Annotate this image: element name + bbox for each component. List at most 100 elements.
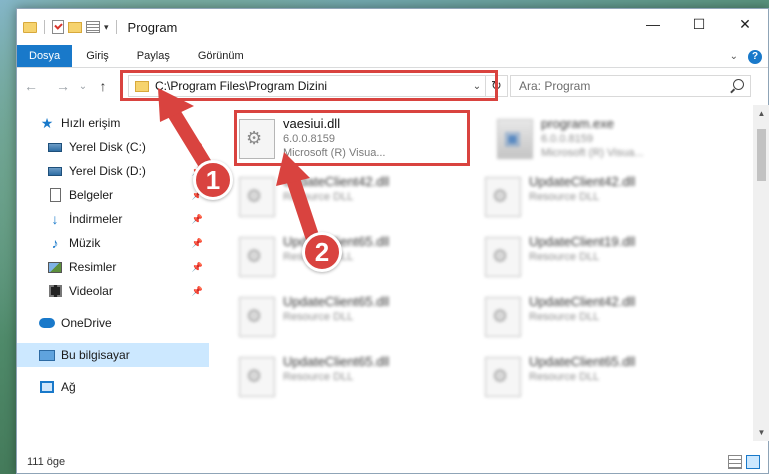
dll-file-icon [485, 357, 521, 397]
ribbon-tabs: Dosya Giriş Paylaş Görünüm ⌄ ? [17, 45, 768, 68]
sidebar-item-label: Bu bilgisayar [61, 348, 130, 362]
scroll-down-arrow-icon[interactable]: ▼ [753, 424, 769, 441]
item-count: 111 öge [27, 456, 66, 468]
file-type: Resource DLL [529, 251, 600, 263]
view-options-icon[interactable] [86, 21, 100, 33]
file-item[interactable]: UpdateClient65.dll Resource DLL [235, 293, 465, 345]
search-icon [733, 79, 744, 90]
sidebar-item-disk-d[interactable]: Yerel Disk (D:) 📌 [17, 159, 209, 183]
file-name: UpdateClient42.dll [283, 174, 390, 189]
scrollbar-thumb[interactable] [757, 129, 766, 181]
sidebar-item-documents[interactable]: Belgeler 📌 [17, 183, 209, 207]
step-2-badge: 2 [302, 232, 342, 272]
pin-icon: 📌 [191, 213, 203, 224]
file-type: Resource DLL [529, 371, 600, 383]
expand-ribbon-chevron-icon[interactable]: ⌄ [730, 51, 738, 62]
sidebar-item-label: Hızlı erişim [61, 116, 121, 130]
file-description: Microsoft (R) Visua... [541, 147, 644, 159]
file-name: UpdateClient65.dll [529, 354, 636, 369]
computer-icon [39, 349, 55, 361]
back-button[interactable]: ← [21, 78, 41, 94]
file-name: UpdateClient42.dll [529, 174, 636, 189]
view-toggle [728, 455, 760, 469]
vertical-scrollbar[interactable]: ▲ ▼ [753, 105, 769, 441]
pin-icon: 📌 [191, 285, 203, 296]
cloud-icon [39, 318, 55, 328]
sidebar-item-label: Resimler [69, 260, 117, 274]
dll-file-icon [239, 177, 275, 217]
file-name: program.exe [541, 116, 614, 131]
pictures-icon [48, 261, 62, 273]
dll-file-icon [239, 297, 275, 337]
tab-file[interactable]: Dosya [17, 45, 73, 67]
tab-share[interactable]: Paylaş [123, 45, 184, 67]
close-button[interactable]: ✕ [722, 9, 768, 39]
maximize-button[interactable]: ☐ [676, 9, 722, 39]
file-highlight-box [234, 110, 470, 166]
toolbar-separator [115, 20, 117, 34]
file-name: UpdateClient19.dll [529, 234, 636, 249]
network-icon [40, 381, 54, 393]
sidebar-item-videos[interactable]: Videolar 📌 [17, 279, 209, 303]
quick-access-toolbar: ▾ [17, 20, 120, 34]
title-bar: ▾ Program — ☐ ✕ [17, 9, 768, 45]
file-item[interactable]: UpdateClient42.dll Resource DLL [235, 173, 465, 225]
dll-file-icon [239, 237, 275, 277]
sidebar-item-label: Yerel Disk (C:) [69, 140, 146, 154]
file-item[interactable]: UpdateClient65.dll Resource DLL [235, 233, 465, 285]
properties-icon[interactable] [52, 20, 64, 34]
sidebar-item-onedrive[interactable]: OneDrive [17, 311, 209, 335]
file-name: UpdateClient42.dll [529, 294, 636, 309]
sidebar-item-quick-access[interactable]: ★ Hızlı erişim [17, 111, 209, 135]
minimize-button[interactable]: — [630, 9, 676, 39]
pin-icon: 📌 [191, 261, 203, 272]
up-button[interactable]: ↑ [93, 78, 113, 94]
new-folder-icon[interactable] [68, 21, 82, 33]
disk-icon [48, 142, 62, 152]
status-bar: 111 öge [17, 451, 769, 473]
folder-icon [23, 21, 37, 33]
file-name: UpdateClient65.dll [283, 354, 390, 369]
file-type: Resource DLL [529, 191, 600, 203]
exe-file-icon [497, 119, 533, 159]
file-item[interactable]: program.exe 6.0.0.8159 Microsoft (R) Vis… [493, 115, 723, 167]
file-name: UpdateClient65.dll [283, 294, 390, 309]
customize-toolbar-chevron-icon[interactable]: ▾ [104, 22, 109, 33]
sidebar-item-downloads[interactable]: ↓ İndirmeler 📌 [17, 207, 209, 231]
tab-home[interactable]: Giriş [72, 45, 123, 67]
dll-file-icon [239, 357, 275, 397]
address-highlight-box [120, 70, 498, 101]
file-type: Resource DLL [283, 311, 354, 323]
sidebar-item-disk-c[interactable]: Yerel Disk (C:) 📌 [17, 135, 209, 159]
help-icon[interactable]: ? [748, 49, 762, 64]
details-view-icon[interactable] [728, 455, 742, 469]
tab-view[interactable]: Görünüm [184, 45, 258, 67]
scroll-up-arrow-icon[interactable]: ▲ [753, 105, 769, 122]
dll-file-icon [485, 237, 521, 277]
sidebar-item-label: Müzik [69, 236, 101, 250]
sidebar-item-label: Ağ [61, 380, 76, 394]
sidebar-item-this-pc[interactable]: Bu bilgisayar [17, 343, 209, 367]
file-item[interactable]: UpdateClient65.dll Resource DLL [481, 353, 711, 405]
forward-button[interactable]: → [53, 78, 73, 94]
file-item[interactable]: UpdateClient19.dll Resource DLL [481, 233, 711, 285]
dll-file-icon [485, 177, 521, 217]
sidebar-item-network[interactable]: Ağ [17, 375, 209, 399]
file-item[interactable]: UpdateClient65.dll Resource DLL [235, 353, 465, 405]
search-placeholder: Ara: Program [519, 79, 591, 93]
tiles-view-icon[interactable] [746, 455, 760, 469]
disk-icon [48, 166, 62, 176]
download-icon: ↓ [51, 211, 59, 227]
sidebar-item-label: OneDrive [61, 316, 112, 330]
file-type: Resource DLL [529, 311, 600, 323]
file-item[interactable]: UpdateClient42.dll Resource DLL [481, 293, 711, 345]
navigation-pane: ★ Hızlı erişim Yerel Disk (C:) 📌 Yerel D… [17, 105, 209, 441]
recent-locations-button[interactable]: ⌄ [73, 81, 93, 92]
sidebar-item-music[interactable]: ♪ Müzik 📌 [17, 231, 209, 255]
pin-icon: 📌 [191, 141, 203, 152]
search-input[interactable]: Ara: Program [510, 75, 751, 97]
file-type: Resource DLL [283, 191, 354, 203]
step-1-badge: 1 [193, 160, 233, 200]
file-item[interactable]: UpdateClient42.dll Resource DLL [481, 173, 711, 225]
sidebar-item-pictures[interactable]: Resimler 📌 [17, 255, 209, 279]
